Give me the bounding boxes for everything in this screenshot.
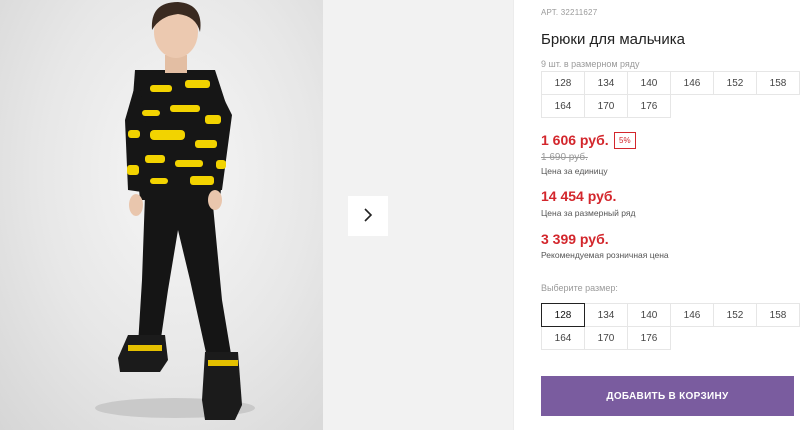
add-to-cart-button[interactable]: ДОБАВИТЬ В КОРЗИНУ bbox=[541, 376, 794, 416]
boy-figure-illustration bbox=[95, 2, 255, 420]
article-number: АРТ. 32211627 bbox=[541, 8, 598, 17]
size-option-134[interactable]: 134 bbox=[584, 303, 628, 327]
rrp-price-caption: Рекомендуемая розничная цена bbox=[541, 250, 669, 260]
row-size-cell: 128 bbox=[541, 71, 585, 95]
row-size-cell: 164 bbox=[541, 94, 585, 118]
size-option-170[interactable]: 170 bbox=[584, 326, 628, 350]
unit-price: 1 606 руб. bbox=[541, 132, 609, 148]
chevron-right-icon bbox=[362, 207, 374, 226]
product-details: АРТ. 32211627 Брюки для мальчика 9 шт. в… bbox=[541, 0, 800, 430]
discount-badge: 5% bbox=[614, 132, 636, 149]
row-price-caption: Цена за размерный ряд bbox=[541, 208, 636, 218]
size-option-176[interactable]: 176 bbox=[627, 326, 671, 350]
choose-size-label: Выберите размер: bbox=[541, 283, 618, 293]
panel-divider bbox=[513, 0, 514, 430]
size-option-158[interactable]: 158 bbox=[756, 303, 800, 327]
gallery-next-button[interactable] bbox=[348, 196, 388, 236]
rrp-price: 3 399 руб. bbox=[541, 231, 609, 247]
size-row-grid: 128 134 140 146 152 158 164 170 176 bbox=[541, 71, 800, 118]
row-size-cell: 134 bbox=[584, 71, 628, 95]
size-option-128[interactable]: 128 bbox=[541, 303, 585, 327]
row-size-cell: 176 bbox=[627, 94, 671, 118]
row-price: 14 454 руб. bbox=[541, 188, 617, 204]
size-option-164[interactable]: 164 bbox=[541, 326, 585, 350]
row-size-cell: 158 bbox=[756, 71, 800, 95]
size-option-152[interactable]: 152 bbox=[713, 303, 757, 327]
old-price: 1 690 руб. bbox=[541, 152, 588, 163]
size-selector: 128 134 140 146 152 158 164 170 176 bbox=[541, 303, 800, 350]
size-row-info: 9 шт. в размерном ряду bbox=[541, 59, 640, 69]
size-option-146[interactable]: 146 bbox=[670, 303, 714, 327]
row-size-cell: 146 bbox=[670, 71, 714, 95]
product-title: Брюки для мальчика bbox=[541, 31, 685, 48]
size-option-140[interactable]: 140 bbox=[627, 303, 671, 327]
unit-price-caption: Цена за единицу bbox=[541, 166, 608, 176]
row-size-cell: 152 bbox=[713, 71, 757, 95]
row-size-cell: 170 bbox=[584, 94, 628, 118]
row-size-cell: 140 bbox=[627, 71, 671, 95]
product-page: АРТ. 32211627 Брюки для мальчика 9 шт. в… bbox=[0, 0, 800, 430]
product-photo[interactable] bbox=[0, 0, 323, 430]
